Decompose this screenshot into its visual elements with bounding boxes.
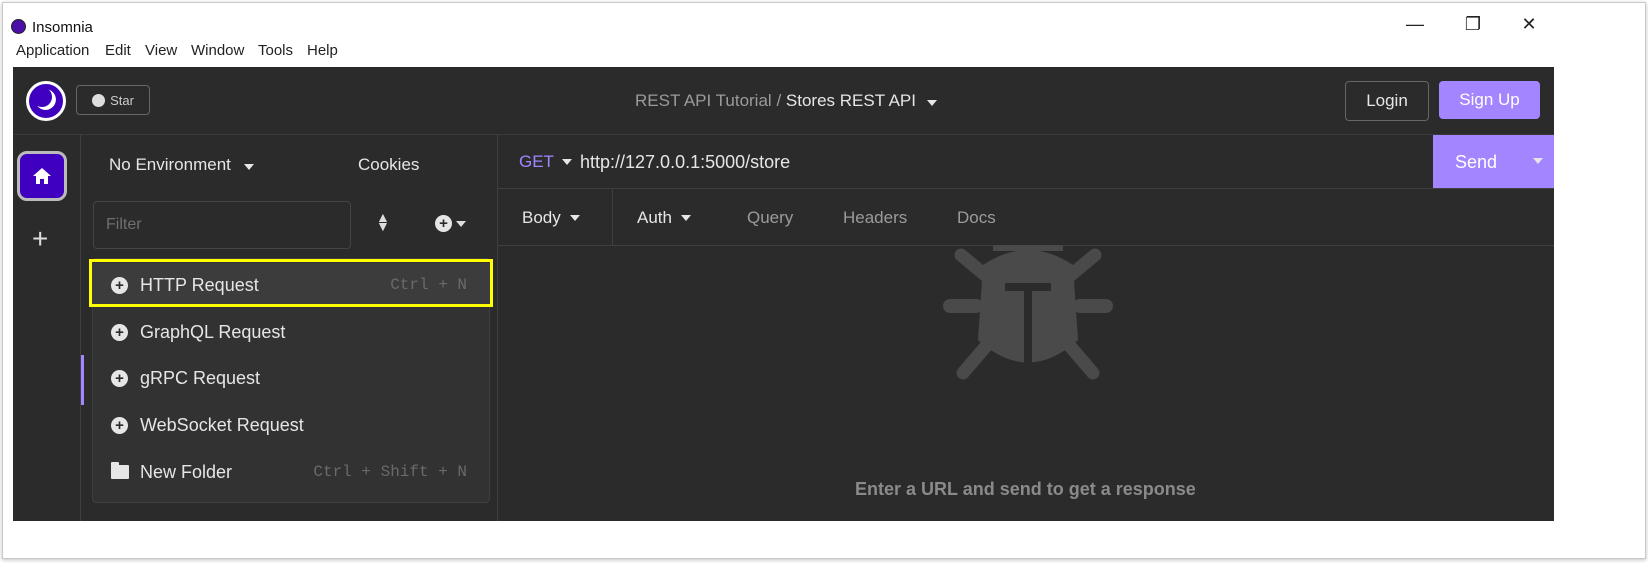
plus-circle-icon: +	[111, 416, 128, 434]
add-new-dropdown-button[interactable]: +	[435, 215, 466, 232]
chevron-down-icon	[680, 215, 691, 221]
menu-view[interactable]: View	[145, 42, 177, 59]
highlight-box	[89, 259, 493, 307]
login-button[interactable]: Login	[1345, 81, 1429, 121]
chevron-down-icon[interactable]	[926, 100, 937, 106]
home-icon	[33, 168, 51, 184]
breadcrumb-project[interactable]: REST API Tutorial	[635, 91, 772, 110]
plus-circle-icon: +	[111, 369, 128, 387]
chevron-down-icon	[456, 220, 466, 227]
add-icon[interactable]: +	[32, 223, 48, 255]
shortcut-label: Ctrl + Shift + N	[313, 463, 467, 481]
signup-button[interactable]: Sign Up	[1439, 81, 1540, 119]
plus-circle-icon: +	[435, 215, 452, 232]
sort-icon[interactable]: ▲ ▼	[376, 210, 390, 233]
breadcrumb-current[interactable]: Stores REST API	[786, 91, 916, 110]
menu-item-graphql-request[interactable]: + GraphQL Request	[93, 310, 489, 354]
environment-label: No Environment	[109, 155, 231, 174]
tab-label: Auth	[637, 208, 672, 227]
tab-divider	[612, 189, 613, 245]
menu-window[interactable]: Window	[191, 42, 244, 59]
github-icon	[92, 93, 106, 107]
breadcrumb: REST API Tutorial / Stores REST API	[635, 91, 937, 111]
breadcrumb-separator: /	[776, 91, 782, 110]
chevron-down-icon	[569, 215, 580, 221]
send-button[interactable]: Send	[1433, 135, 1554, 188]
bug-icon	[943, 245, 1113, 380]
menu-item-label: WebSocket Request	[140, 414, 304, 435]
tab-body[interactable]: Body	[522, 208, 580, 228]
insomnia-logo[interactable]	[26, 81, 66, 121]
menu-help[interactable]: Help	[307, 42, 338, 59]
menu-item-label: gRPC Request	[140, 367, 261, 388]
menu-item-grpc-request[interactable]: + gRPC Request	[93, 356, 489, 400]
left-rail: +	[13, 135, 81, 521]
github-star-button[interactable]: Star	[76, 85, 150, 115]
close-button[interactable]: ✕	[1514, 14, 1544, 35]
tab-docs[interactable]: Docs	[957, 208, 996, 228]
top-bar: Star REST API Tutorial / Stores REST API…	[13, 67, 1554, 135]
url-bar: GET http://127.0.0.1:5000/store Send	[498, 135, 1554, 189]
selected-request-indicator	[81, 355, 84, 405]
menu-item-websocket-request[interactable]: + WebSocket Request	[93, 403, 489, 447]
home-button[interactable]	[17, 151, 67, 201]
restore-button[interactable]: ❐	[1458, 14, 1488, 35]
send-label: Send	[1455, 152, 1498, 172]
environment-selector[interactable]: No Environment	[109, 155, 254, 175]
tab-query[interactable]: Query	[747, 208, 793, 228]
filter-input[interactable]	[93, 201, 351, 249]
url-input[interactable]: http://127.0.0.1:5000/store	[580, 152, 790, 173]
tab-label: Body	[522, 208, 561, 227]
chevron-down-icon	[561, 159, 572, 165]
menu-tools[interactable]: Tools	[258, 42, 293, 59]
minimize-button[interactable]: —	[1400, 14, 1430, 35]
chevron-down-icon[interactable]	[1533, 158, 1543, 164]
menu-item-label: GraphQL Request	[140, 321, 286, 342]
folder-icon	[111, 462, 129, 479]
menu-edit[interactable]: Edit	[105, 42, 131, 59]
sidebar: No Environment Cookies ▲▼ + + HTTP Reque…	[81, 135, 498, 521]
star-label: Star	[110, 92, 134, 108]
tab-headers[interactable]: Headers	[843, 208, 907, 228]
request-tabs: Body Auth Query Headers Docs	[498, 189, 1554, 246]
menu-item-label: New Folder	[140, 461, 233, 482]
menu-application[interactable]: Application	[16, 42, 89, 59]
menu-item-new-folder[interactable]: New Folder Ctrl + Shift + N	[93, 450, 489, 494]
response-empty-message: Enter a URL and send to get a response	[855, 479, 1196, 499]
window-title: Insomnia	[32, 19, 93, 36]
tab-auth[interactable]: Auth	[637, 208, 691, 228]
method-selector[interactable]: GET	[519, 152, 572, 172]
title-bar	[3, 3, 1645, 33]
plus-circle-icon: +	[111, 323, 128, 341]
cookies-button[interactable]: Cookies	[358, 155, 419, 175]
insomnia-app-icon	[11, 19, 26, 34]
method-label: GET	[519, 152, 554, 171]
chevron-down-icon	[243, 164, 254, 170]
